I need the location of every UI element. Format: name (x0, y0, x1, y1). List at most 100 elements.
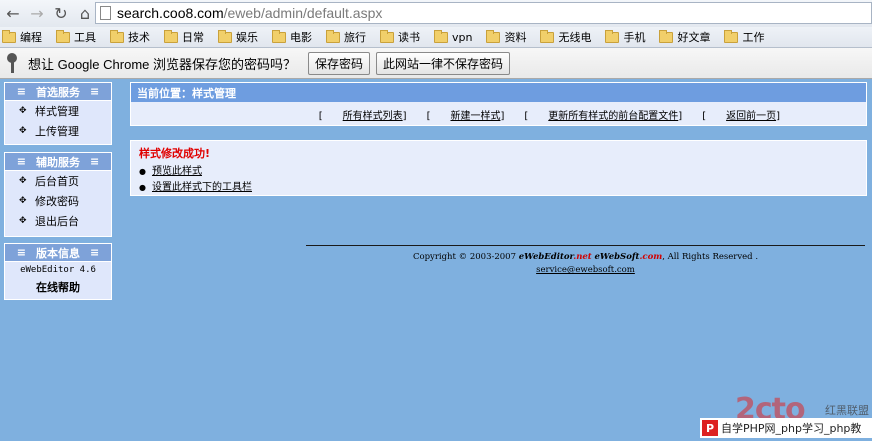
location-panel: 当前位置：样式管理 [所有样式列表] [新建一样式] [更新所有样式的前台配置文… (130, 82, 867, 126)
breadcrumb: 当前位置：样式管理 (131, 83, 866, 102)
url-path: /eweb/admin/default.aspx (223, 5, 383, 21)
bullet-icon: ● (139, 183, 146, 192)
bookmark-folder[interactable]: 无线电 (540, 29, 591, 45)
bookmark-folder[interactable]: vpn (434, 29, 472, 44)
sidebar-panel-version: ≡ 版本信息 ≡ eWebEditor 4.6 在线帮助 (4, 243, 112, 300)
sidebar-item-label: 样式管理 (35, 105, 79, 118)
sidebar-item-style-manage[interactable]: ✥ 样式管理 (5, 101, 111, 121)
bookmark-folder[interactable]: 编程 (2, 29, 42, 45)
brand-ewebeditor[interactable]: eWebEditor.net (519, 252, 592, 262)
bookmark-label: 娱乐 (236, 31, 258, 44)
bookmark-folder[interactable]: 电影 (272, 29, 312, 45)
bookmark-folder[interactable]: 工作 (724, 29, 764, 45)
folder-icon (272, 29, 286, 43)
bookmark-folder[interactable]: 日常 (164, 29, 204, 45)
folder-icon (218, 29, 232, 43)
watermark-banner-text: 自学PHP网_php学习_php教 (721, 422, 862, 435)
copyright-text: Copyright © 2003-2007 eWebEditor.net eWe… (306, 252, 865, 262)
folder-icon (380, 29, 394, 43)
menu-icon: ≡ (16, 85, 26, 98)
folder-icon (2, 29, 16, 43)
folder-icon (434, 29, 448, 43)
copyright-suffix: , All Rights Reserved . (662, 252, 759, 262)
bookmark-label: 电影 (290, 31, 312, 44)
list-item: ● 设置此样式下的工具栏 (139, 180, 858, 196)
panel-title: 版本信息 (36, 246, 80, 260)
bookmark-label: 编程 (20, 31, 42, 44)
sidebar-item-change-password[interactable]: ✥ 修改密码 (5, 191, 111, 211)
menu-icon: ≡ (90, 246, 100, 259)
forward-icon[interactable]: → (26, 3, 48, 25)
bullet-icon: ● (139, 167, 146, 176)
watermark-text: 红黑联盟 (825, 404, 869, 417)
back-icon[interactable]: ← (2, 3, 24, 25)
contact-email-link[interactable]: service@ewebsoft.com (306, 265, 865, 275)
folder-icon (56, 29, 70, 43)
success-message: 样式修改成功! (139, 147, 211, 160)
folder-icon (724, 29, 739, 43)
never-save-password-button[interactable]: 此网站一律不保存密码 (376, 51, 511, 75)
bookmark-folder[interactable]: 旅行 (326, 29, 366, 45)
menu-icon: ≡ (16, 246, 26, 259)
folder-icon (659, 29, 674, 43)
bookmark-folder[interactable]: 资料 (486, 29, 526, 45)
set-toolbar-link[interactable]: 设置此样式下的工具栏 (152, 180, 252, 196)
version-text: eWebEditor 4.6 (20, 265, 96, 275)
link-bracket: [返回前一页] (702, 110, 780, 122)
bookmark-label: 工作 (742, 31, 765, 44)
panel-header: ≡ 首选服务 ≡ (5, 83, 111, 101)
bookmark-folder[interactable]: 工具 (56, 29, 96, 45)
sidebar-item-admin-home[interactable]: ✥ 后台首页 (5, 171, 111, 191)
update-config-link[interactable]: 更新所有样式的前台配置文件 (548, 111, 678, 122)
copyright-prefix: Copyright © 2003-2007 (412, 252, 519, 262)
bookmark-label: 日常 (182, 31, 204, 44)
bookmark-label: 无线电 (558, 31, 592, 44)
sidebar-item-label: 后台首页 (35, 175, 79, 188)
bookmark-label: 好文章 (677, 31, 711, 44)
folder-icon (540, 29, 555, 43)
panel-header: ≡ 版本信息 ≡ (5, 244, 111, 262)
message-links: ● 预览此样式 ● 设置此样式下的工具栏 (139, 164, 858, 196)
watermark-banner: P 自学PHP网_php学习_php教 (700, 418, 872, 438)
bookmark-folder[interactable]: 手机 (605, 29, 645, 45)
move-icon: ✥ (19, 216, 27, 226)
bookmark-folder[interactable]: 读书 (380, 29, 420, 45)
move-icon: ✥ (19, 106, 27, 116)
brand-suffix: .net (573, 252, 592, 262)
bookmark-folder[interactable]: 技术 (110, 29, 150, 45)
bookmark-folder[interactable]: 娱乐 (218, 29, 258, 45)
bookmark-folder[interactable]: 好文章 (659, 29, 710, 45)
menu-icon: ≡ (90, 155, 100, 168)
brand-name: eWebEditor (518, 252, 574, 262)
all-styles-link[interactable]: 所有样式列表 (343, 111, 403, 122)
panel-title: 首选服务 (36, 85, 80, 99)
new-style-link[interactable]: 新建一样式 (450, 111, 500, 122)
brand-suffix: .com (639, 252, 663, 262)
go-back-link[interactable]: 返回前一页 (726, 111, 776, 122)
sidebar-item-upload-manage[interactable]: ✥ 上传管理 (5, 121, 111, 141)
brand-name: eWebSoft (594, 252, 640, 262)
home-icon[interactable]: ⌂ (74, 3, 96, 25)
sidebar-item-logout[interactable]: ✥ 退出后台 (5, 211, 111, 231)
save-password-message: 想让 Google Chrome 浏览器保存您的密码吗？ (28, 56, 296, 72)
bookmark-label: 资料 (504, 31, 527, 44)
footer-divider (306, 245, 865, 246)
link-bracket: [新建一样式] (426, 110, 505, 122)
bookmark-label: 读书 (398, 31, 420, 44)
brand-ewebsoft[interactable]: eWebSoft.com (594, 252, 662, 262)
bookmark-label: 旅行 (344, 31, 366, 44)
php-icon: P (702, 420, 718, 436)
save-password-button[interactable]: 保存密码 (308, 51, 371, 75)
sidebar-item-label: 退出后台 (35, 215, 79, 228)
address-bar[interactable]: search.coo8.com/eweb/admin/default.aspx (95, 2, 872, 24)
url-host: search.coo8.com (117, 5, 224, 21)
reload-icon[interactable]: ↻ (50, 3, 72, 25)
menu-icon: ≡ (16, 155, 26, 168)
online-help-link[interactable]: 在线帮助 (5, 279, 111, 295)
panel-header: ≡ 辅助服务 ≡ (5, 153, 111, 171)
menu-icon: ≡ (90, 85, 100, 98)
preview-style-link[interactable]: 预览此样式 (152, 164, 202, 180)
browser-toolbar: ← → ↻ ⌂ search.coo8.com/eweb/admin/defau… (0, 0, 872, 27)
bookmarks-bar: 编程 工具 技术 日常 娱乐 电影 旅行 读书 vpn 资料 无线电 手机 好文… (0, 27, 872, 48)
link-bracket: [更新所有样式的前台配置文件] (524, 110, 683, 122)
